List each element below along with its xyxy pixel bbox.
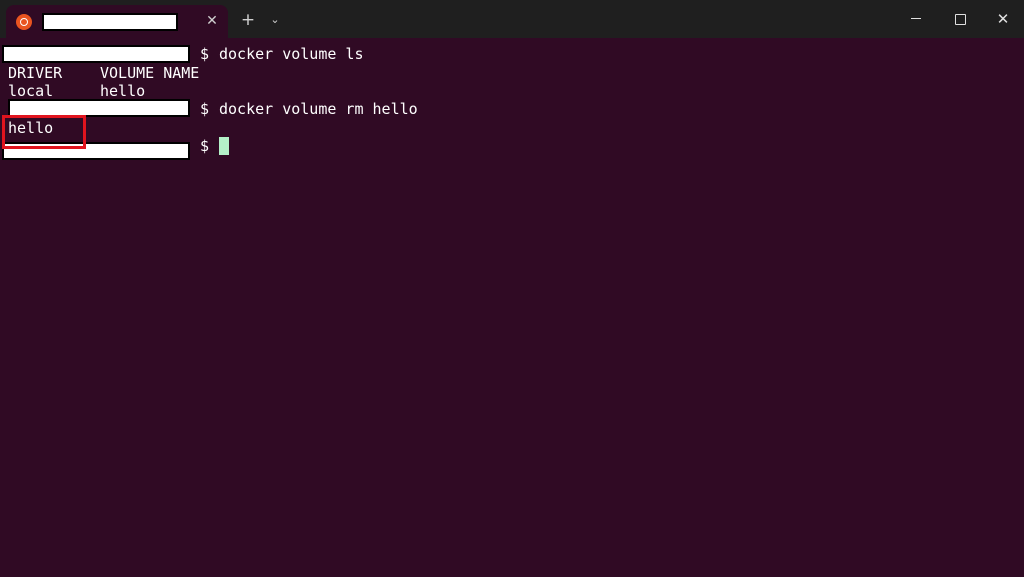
- tab-close-icon[interactable]: ✕: [202, 11, 222, 31]
- prompt-symbol: $: [200, 100, 210, 118]
- prompt-symbol: $: [200, 137, 210, 155]
- ubuntu-icon: [16, 14, 32, 30]
- prompt-redacted: [2, 45, 190, 63]
- command-text: docker volume rm hello: [219, 100, 418, 118]
- tab-dropdown-icon[interactable]: ⌄: [266, 10, 284, 30]
- maximize-icon: [955, 14, 966, 25]
- tab-active[interactable]: ✕: [6, 5, 228, 38]
- prompt-symbol: $: [200, 45, 210, 63]
- terminal-window: ✕ + ⌄ ✕ $ docker volume ls DRIVER VOLUME…: [0, 0, 1024, 577]
- close-button[interactable]: ✕: [980, 0, 1024, 38]
- volume-driver-value: local: [8, 82, 54, 100]
- tab-title-redacted: [42, 13, 178, 31]
- command-text: docker volume ls: [219, 45, 364, 63]
- title-bar: ✕ + ⌄ ✕: [0, 0, 1024, 38]
- volume-name-value: hello: [100, 82, 146, 100]
- maximize-button[interactable]: [938, 0, 984, 38]
- new-tab-button[interactable]: +: [238, 10, 258, 30]
- highlight-annotation-box: [2, 115, 86, 149]
- close-icon: ✕: [996, 10, 1010, 28]
- terminal-content[interactable]: $ docker volume ls DRIVER VOLUME NAME lo…: [0, 38, 1024, 577]
- column-header-volume-name: VOLUME NAME: [100, 64, 200, 82]
- minimize-button[interactable]: [893, 0, 939, 38]
- column-header-driver: DRIVER: [8, 64, 63, 82]
- minimize-icon: [911, 18, 921, 19]
- text-cursor: [219, 137, 229, 155]
